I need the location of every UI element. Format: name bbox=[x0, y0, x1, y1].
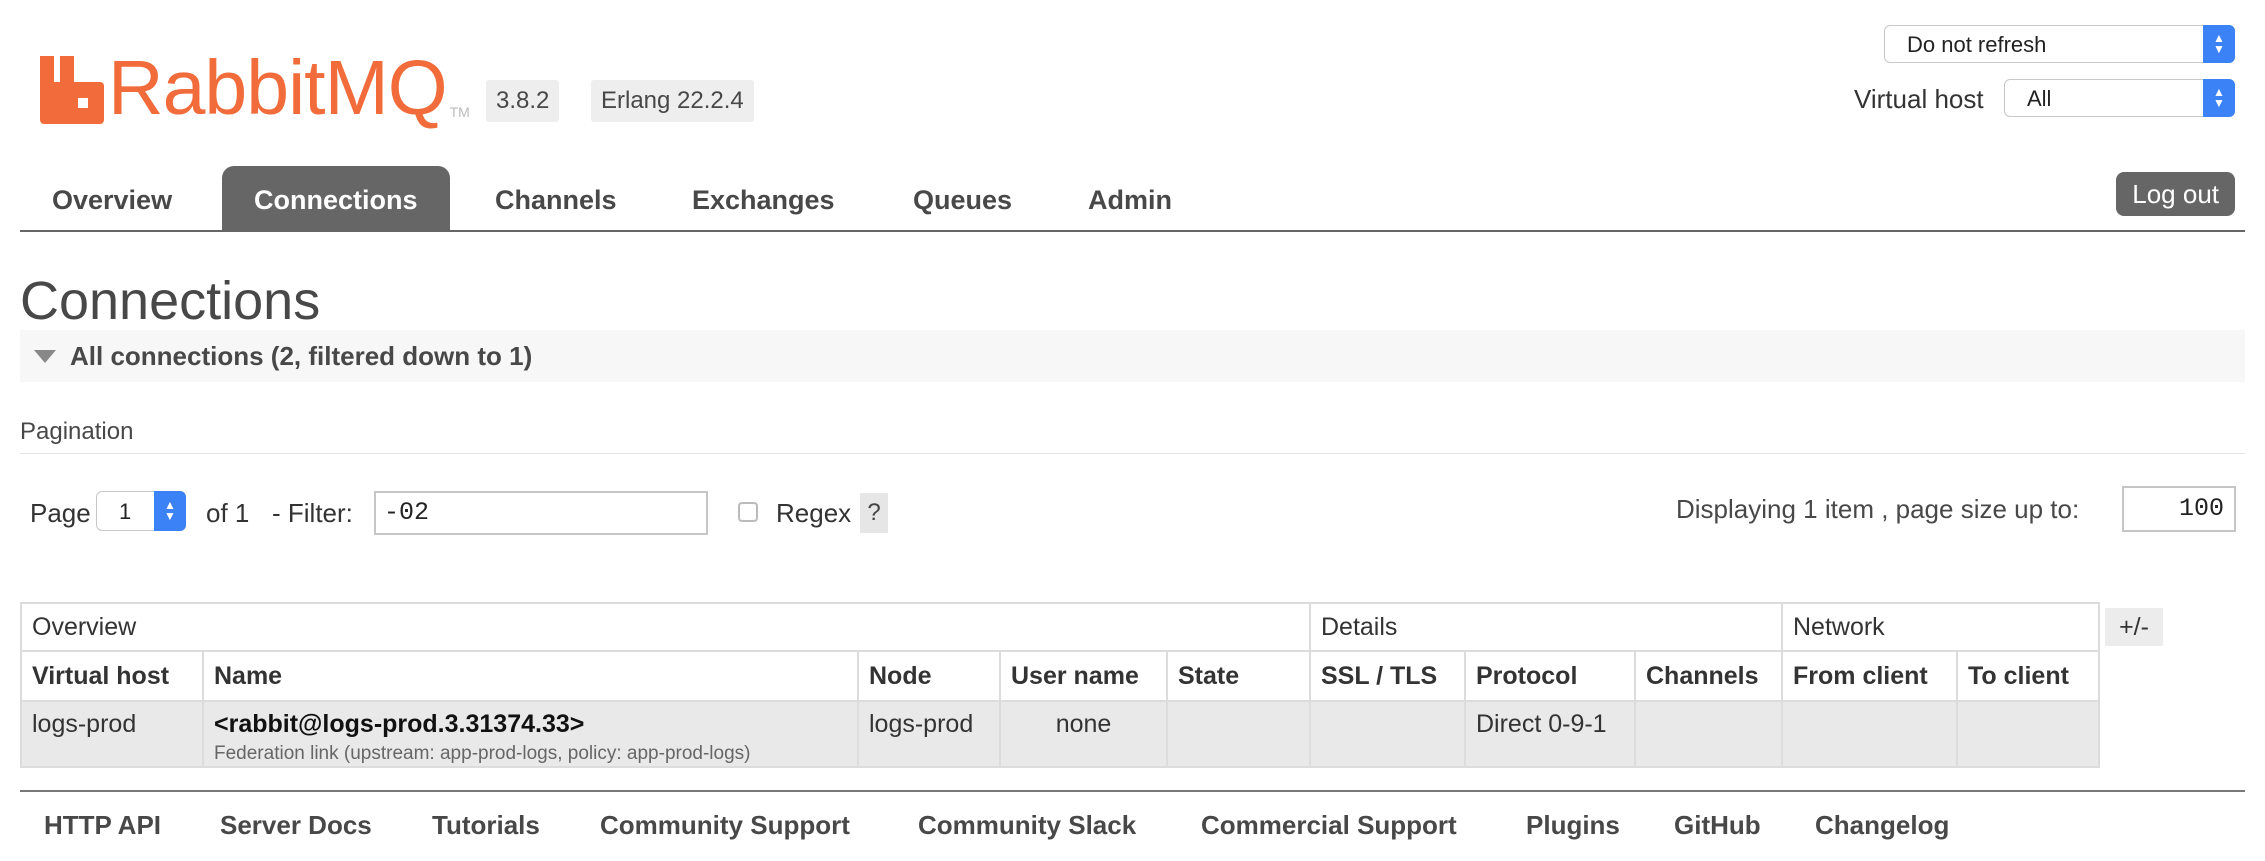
cell-channels bbox=[1634, 700, 1783, 768]
main-nav: Overview Connections Channels Exchanges … bbox=[20, 166, 2245, 232]
column-header-channels[interactable]: Channels bbox=[1634, 650, 1783, 702]
logo-wordmark: RabbitMQ bbox=[108, 45, 448, 131]
rabbitmq-logo: RabbitMQ TM bbox=[40, 44, 470, 131]
cell-ssl-tls bbox=[1309, 700, 1466, 768]
vhost-label: Virtual host bbox=[1854, 84, 1984, 114]
footer-link-commercial-support[interactable]: Commercial Support bbox=[1201, 810, 1457, 841]
group-header-overview: Overview bbox=[20, 602, 1311, 652]
column-header-user-name[interactable]: User name bbox=[999, 650, 1168, 702]
logo-trademark: TM bbox=[449, 104, 470, 120]
tab-admin[interactable]: Admin bbox=[1056, 166, 1204, 230]
all-connections-section-toggle[interactable]: All connections (2, filtered down to 1) bbox=[20, 330, 2245, 382]
page-select-value: 1 bbox=[119, 499, 132, 524]
footer-link-plugins[interactable]: Plugins bbox=[1526, 810, 1620, 841]
cell-from-client bbox=[1781, 700, 1958, 768]
displaying-label: Displaying 1 item , page size up to: bbox=[1676, 494, 2080, 524]
rabbitmq-logo-icon bbox=[40, 56, 104, 124]
column-header-protocol[interactable]: Protocol bbox=[1464, 650, 1636, 702]
pagination-divider bbox=[20, 453, 2245, 454]
page-title: Connections bbox=[20, 271, 321, 331]
columns-toggle-button[interactable]: +/- bbox=[2105, 608, 2163, 646]
regex-label: Regex bbox=[776, 498, 852, 528]
footer-link-server-docs[interactable]: Server Docs bbox=[220, 810, 372, 841]
column-header-name[interactable]: Name bbox=[202, 650, 859, 702]
cell-node: logs-prod bbox=[857, 700, 1001, 768]
version-badge: 3.8.2 bbox=[486, 80, 560, 122]
cell-protocol: Direct 0-9-1 bbox=[1464, 700, 1636, 768]
tab-connections[interactable]: Connections bbox=[222, 166, 450, 230]
filter-input[interactable]: -02 bbox=[374, 491, 708, 535]
tab-exchanges[interactable]: Exchanges bbox=[660, 166, 867, 230]
column-header-to-client[interactable]: To client bbox=[1956, 650, 2100, 702]
refresh-select[interactable]: Do not refresh ▲ ▼ bbox=[1884, 25, 2235, 63]
column-header-node[interactable]: Node bbox=[857, 650, 1001, 702]
select-arrows-icon: ▲ ▼ bbox=[2203, 79, 2235, 117]
vhost-select-value: All bbox=[2027, 86, 2052, 111]
cell-user-name: none bbox=[999, 700, 1168, 768]
tab-channels[interactable]: Channels bbox=[463, 166, 649, 230]
tab-queues[interactable]: Queues bbox=[881, 166, 1044, 230]
footer-divider bbox=[20, 790, 2245, 792]
logout-button[interactable]: Log out bbox=[2116, 172, 2235, 216]
page-select[interactable]: 1 ▲ ▼ bbox=[96, 491, 186, 531]
select-arrows-icon: ▲ ▼ bbox=[154, 491, 186, 531]
collapse-triangle-icon bbox=[34, 350, 56, 363]
cell-virtual-host: logs-prod bbox=[20, 700, 204, 768]
table-row: logs-prod <rabbit@logs-prod.3.31374.33> … bbox=[20, 700, 2100, 768]
erlang-version-badge: Erlang 22.2.4 bbox=[591, 80, 754, 122]
footer-link-http-api[interactable]: HTTP API bbox=[44, 810, 161, 841]
group-header-network: Network bbox=[1781, 602, 2100, 652]
footer-link-github[interactable]: GitHub bbox=[1674, 810, 1761, 841]
pagination-heading: Pagination bbox=[20, 418, 134, 445]
column-header-from-client[interactable]: From client bbox=[1781, 650, 1958, 702]
footer-link-tutorials[interactable]: Tutorials bbox=[432, 810, 540, 841]
footer-link-changelog[interactable]: Changelog bbox=[1815, 810, 1949, 841]
page-label: Page bbox=[30, 498, 91, 528]
connection-description: Federation link (upstream: app-prod-logs… bbox=[214, 743, 751, 764]
column-header-state[interactable]: State bbox=[1166, 650, 1311, 702]
regex-help-button[interactable]: ? bbox=[860, 493, 888, 533]
group-header-details: Details bbox=[1309, 602, 1783, 652]
regex-checkbox[interactable] bbox=[738, 502, 758, 522]
column-header-ssl-tls[interactable]: SSL / TLS bbox=[1309, 650, 1466, 702]
refresh-select-value: Do not refresh bbox=[1907, 32, 2047, 57]
page-size-input[interactable]: 100 bbox=[2122, 486, 2236, 532]
footer-link-community-slack[interactable]: Community Slack bbox=[918, 810, 1136, 841]
cell-name: <rabbit@logs-prod.3.31374.33> Federation… bbox=[202, 700, 859, 768]
select-arrows-icon: ▲ ▼ bbox=[2203, 25, 2235, 63]
column-header-virtual-host[interactable]: Virtual host bbox=[20, 650, 204, 702]
filter-label: - Filter: bbox=[272, 498, 353, 528]
cell-state bbox=[1166, 700, 1311, 768]
page-count-label: of 1 bbox=[206, 498, 250, 528]
section-label: All connections (2, filtered down to 1) bbox=[70, 341, 533, 371]
cell-to-client bbox=[1956, 700, 2100, 768]
connection-name-link[interactable]: <rabbit@logs-prod.3.31374.33> bbox=[214, 710, 847, 739]
connections-table: Overview Details Network Virtual host Na… bbox=[20, 602, 2100, 768]
footer-link-community-support[interactable]: Community Support bbox=[600, 810, 850, 841]
tab-overview[interactable]: Overview bbox=[20, 166, 204, 230]
vhost-select[interactable]: All ▲ ▼ bbox=[2004, 79, 2235, 117]
